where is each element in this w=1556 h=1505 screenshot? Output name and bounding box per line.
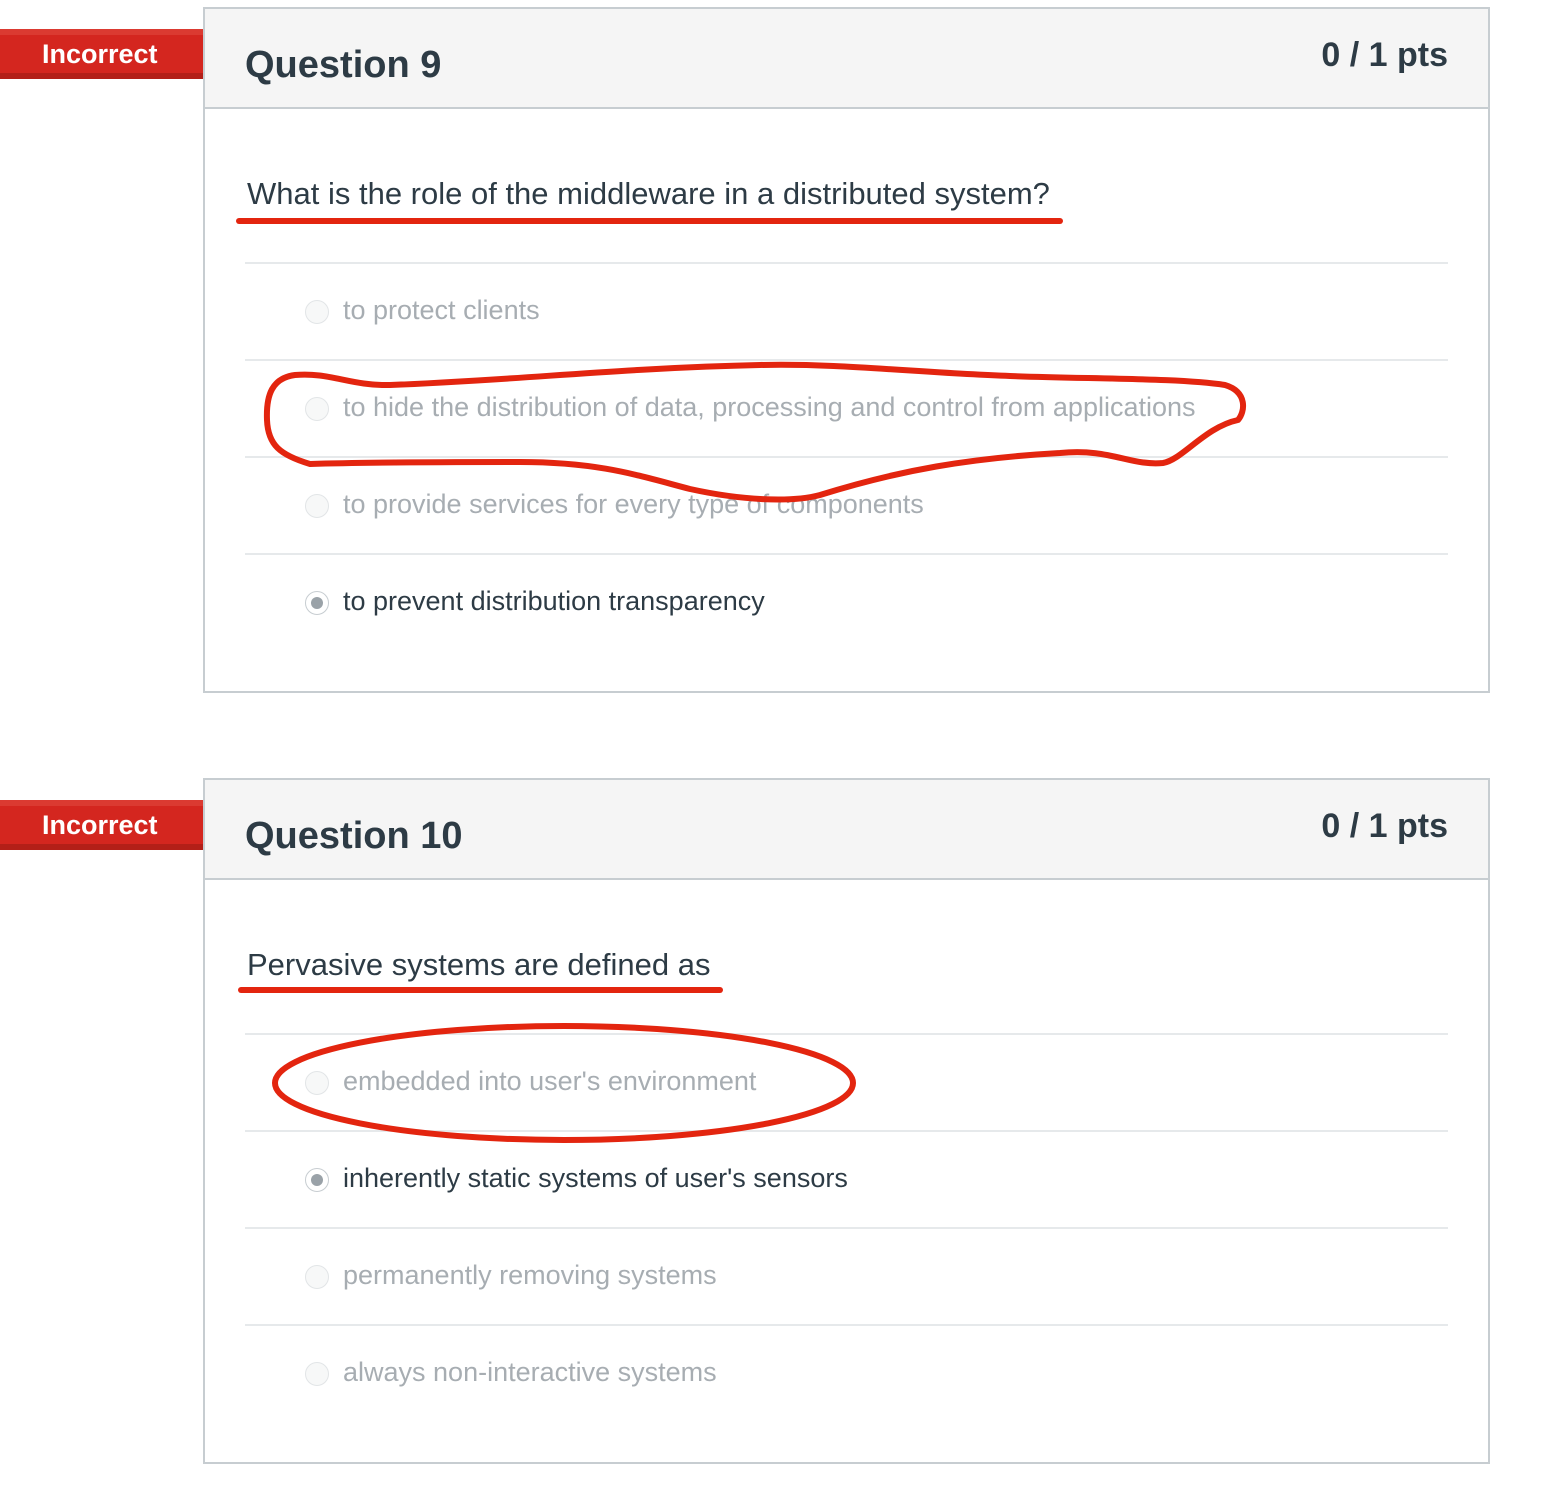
- answer-option-selected[interactable]: to prevent distribution transparency: [245, 555, 1448, 652]
- radio-button-icon[interactable]: [305, 1265, 329, 1289]
- question-title: Question 9: [245, 44, 442, 86]
- radio-button-icon[interactable]: [305, 300, 329, 324]
- answer-label: inherently static systems of user's sens…: [343, 1163, 848, 1193]
- answer-option[interactable]: to provide services for every type of co…: [245, 458, 1448, 555]
- question-card: Question 9 0 / 1 pts What is the role of…: [203, 7, 1490, 693]
- question-text-row: What is the role of the middleware in a …: [245, 109, 1448, 264]
- answer-option[interactable]: permanently removing systems: [245, 1229, 1448, 1326]
- answer-label: always non-interactive systems: [343, 1357, 717, 1387]
- radio-button-icon[interactable]: [305, 397, 329, 421]
- answer-label: to hide the distribution of data, proces…: [343, 392, 1196, 422]
- question-body: What is the role of the middleware in a …: [205, 109, 1488, 652]
- incorrect-label: Incorrect: [42, 810, 158, 840]
- radio-button-icon[interactable]: [305, 494, 329, 518]
- incorrect-label: Incorrect: [42, 39, 158, 69]
- question-points: 0 / 1 pts: [1321, 807, 1448, 845]
- radio-button-icon[interactable]: [305, 1362, 329, 1386]
- answer-label: to provide services for every type of co…: [343, 489, 924, 519]
- quiz-results-page: Incorrect Question 9 0 / 1 pts What is t…: [0, 0, 1556, 1505]
- question-text: What is the role of the middleware in a …: [247, 176, 1050, 211]
- answer-label: to protect clients: [343, 295, 540, 325]
- incorrect-ribbon: Incorrect: [0, 798, 234, 852]
- question-header: Question 10 0 / 1 pts: [205, 780, 1488, 880]
- question-header: Question 9 0 / 1 pts: [205, 9, 1488, 109]
- answer-option[interactable]: embedded into user's environment: [245, 1035, 1448, 1132]
- answer-label: permanently removing systems: [343, 1260, 717, 1290]
- radio-button-icon[interactable]: [305, 1071, 329, 1095]
- radio-button-selected-icon[interactable]: [305, 591, 329, 615]
- answer-option[interactable]: to protect clients: [245, 264, 1448, 361]
- question-points: 0 / 1 pts: [1321, 36, 1448, 74]
- answer-label: to prevent distribution transparency: [343, 586, 765, 616]
- incorrect-ribbon: Incorrect: [0, 27, 234, 81]
- answer-option[interactable]: always non-interactive systems: [245, 1326, 1448, 1423]
- question-text: Pervasive systems are defined as: [247, 947, 711, 982]
- question-card: Question 10 0 / 1 pts Pervasive systems …: [203, 778, 1490, 1464]
- radio-button-selected-icon[interactable]: [305, 1168, 329, 1192]
- answer-option-selected[interactable]: inherently static systems of user's sens…: [245, 1132, 1448, 1229]
- answer-option[interactable]: to hide the distribution of data, proces…: [245, 361, 1448, 458]
- question-title: Question 10: [245, 815, 463, 857]
- answer-label: embedded into user's environment: [343, 1066, 757, 1096]
- question-text-row: Pervasive systems are defined as: [245, 880, 1448, 1035]
- question-body: Pervasive systems are defined as embedde…: [205, 880, 1488, 1423]
